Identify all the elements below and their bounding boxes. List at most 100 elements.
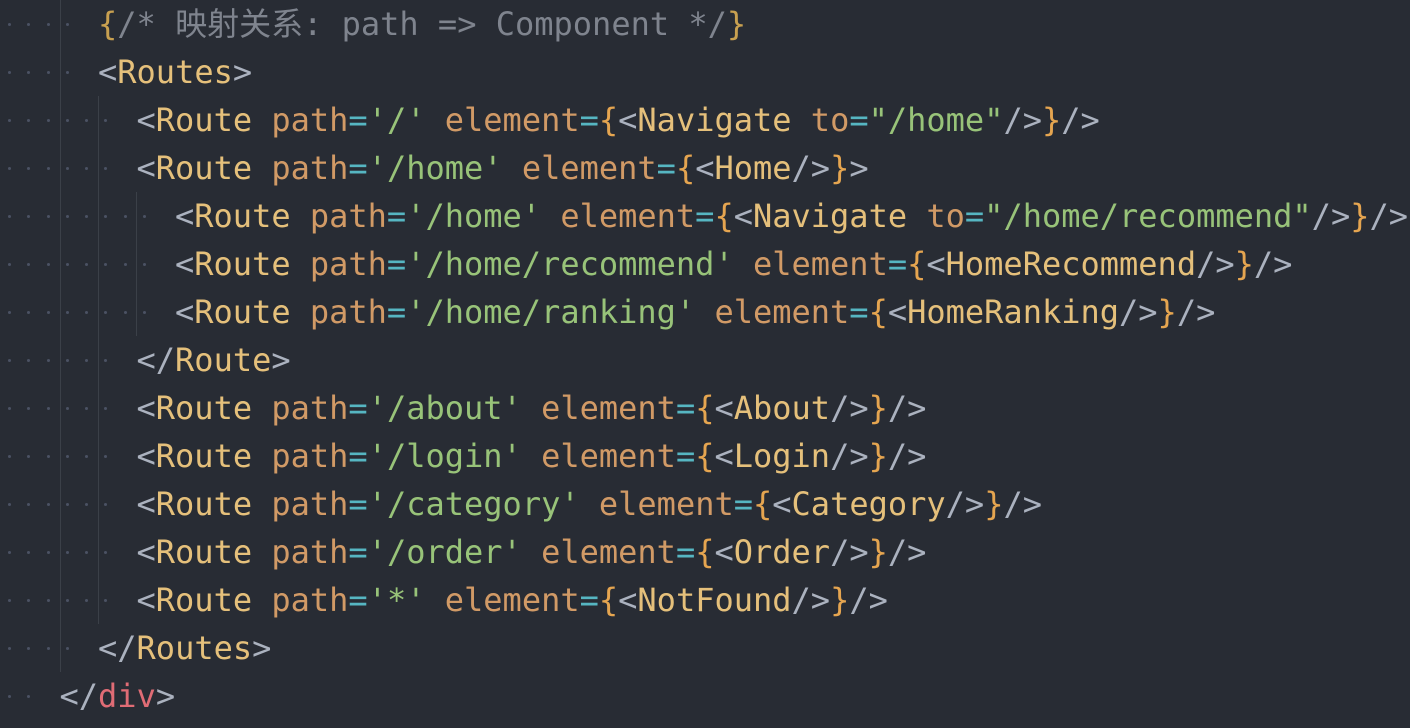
code-line[interactable]: <Route path='/home' element={<Home/>}>: [0, 144, 1410, 192]
token-brace: }: [984, 485, 1004, 523]
token-attr: to: [810, 101, 850, 139]
token-punct: />: [849, 581, 888, 619]
token-eq: =: [348, 389, 368, 427]
token-tag: Route: [155, 437, 253, 475]
whitespace-markers: [0, 192, 146, 240]
token-tag: Order: [733, 533, 831, 571]
token-punct: />: [887, 437, 927, 475]
token-attr: path: [309, 197, 387, 235]
token-punct: </: [136, 341, 176, 379]
token-str: '*': [367, 581, 426, 619]
code-text: <Route path='/order' element={<Order/>}/…: [137, 528, 927, 576]
code-line[interactable]: <Route path='/order' element={<Order/>}/…: [0, 528, 1410, 576]
token-attr: element: [560, 197, 696, 235]
token-comment: /* 映射关系: path => Component */: [117, 5, 727, 43]
token-attr: element: [714, 293, 850, 331]
code-text: <Routes>: [98, 48, 252, 96]
token-punct: />: [945, 485, 985, 523]
token-tag: Route: [155, 149, 253, 187]
token-tag: Login: [733, 437, 831, 475]
code-text: <Route path='/login' element={<Login/>}/…: [137, 432, 927, 480]
code-line[interactable]: {/* 映射关系: path => Component */}: [0, 0, 1410, 48]
code-line[interactable]: <Route path='*' element={<NotFound/>}/>: [0, 576, 1410, 624]
token-punct: <: [618, 101, 638, 139]
token-punct: [425, 581, 444, 619]
token-tag: Route: [175, 341, 272, 379]
token-tag: Route: [155, 101, 253, 139]
code-text: </Route>: [137, 336, 291, 384]
token-attr: path: [271, 149, 349, 187]
code-text: <Route path='/about' element={<About/>}/…: [137, 384, 927, 432]
token-punct: <: [175, 293, 195, 331]
token-punct: <: [714, 389, 734, 427]
token-eq: =: [675, 533, 696, 571]
token-eq: =: [733, 485, 753, 523]
token-punct: />: [1119, 293, 1158, 331]
token-str: '/': [367, 101, 426, 139]
token-punct: >: [849, 149, 869, 187]
code-line[interactable]: <Route path='/category' element={<Catego…: [0, 480, 1410, 528]
token-eq: =: [695, 197, 715, 235]
token-punct: [792, 101, 811, 139]
token-punct: [503, 149, 522, 187]
token-attr: element: [541, 533, 676, 571]
token-punct: <: [136, 437, 156, 475]
whitespace-markers: [0, 144, 140, 192]
code-text: <Route path='*' element={<NotFound/>}/>: [137, 576, 888, 624]
token-tag: Route: [155, 389, 253, 427]
token-attr: element: [444, 581, 580, 619]
token-attr: path: [271, 533, 349, 571]
code-text: <Route path='/home/recommend' element={<…: [175, 240, 1292, 288]
token-attr: path: [271, 581, 349, 619]
code-line[interactable]: <Route path='/' element={<Navigate to="/…: [0, 96, 1410, 144]
token-attr: element: [541, 437, 676, 475]
token-brace: {: [695, 389, 715, 427]
whitespace-markers: [0, 480, 140, 528]
token-punct: <: [175, 245, 195, 283]
token-brace: {: [868, 293, 888, 331]
whitespace-markers: [0, 528, 140, 576]
token-attr: element: [521, 149, 657, 187]
token-brace: }: [830, 149, 850, 187]
token-punct: />: [887, 533, 927, 571]
token-tag: Routes: [136, 629, 253, 667]
code-line[interactable]: </Routes>: [0, 624, 1410, 672]
token-attr: path: [271, 389, 349, 427]
code-line[interactable]: <Route path='/about' element={<About/>}/…: [0, 384, 1410, 432]
code-line[interactable]: <Route path='/home/recommend' element={<…: [0, 240, 1410, 288]
token-str: '/home': [406, 197, 542, 235]
code-line[interactable]: <Route path='/home/ranking' element={<Ho…: [0, 288, 1410, 336]
token-punct: [252, 389, 271, 427]
code-line[interactable]: <Route path='/login' element={<Login/>}/…: [0, 432, 1410, 480]
token-brace: }: [1157, 293, 1177, 331]
token-attr: path: [309, 245, 387, 283]
token-eq: =: [675, 437, 696, 475]
token-tag: Route: [194, 293, 291, 331]
token-punct: />: [1061, 101, 1100, 139]
token-punct: />: [1003, 101, 1042, 139]
code-line[interactable]: </div>: [0, 672, 1410, 720]
token-brace: {: [907, 245, 927, 283]
code-text: <Route path='/home' element={<Home/>}>: [137, 144, 869, 192]
token-tag: Routes: [117, 53, 233, 91]
token-brace: {: [695, 437, 715, 475]
token-str: "/home": [868, 101, 1004, 139]
token-eq: =: [348, 581, 368, 619]
token-eq: =: [348, 149, 368, 187]
token-punct: <: [714, 437, 734, 475]
code-text: <Route path='/home/ranking' element={<Ho…: [175, 288, 1215, 336]
code-text: <Route path='/' element={<Navigate to="/…: [137, 96, 1100, 144]
code-line[interactable]: <Route path='/home' element={<Navigate t…: [0, 192, 1410, 240]
token-brace: }: [1234, 245, 1254, 283]
token-brace: {: [675, 149, 696, 187]
token-punct: [541, 197, 560, 235]
token-punct: />: [830, 437, 869, 475]
token-punct: >: [155, 677, 176, 715]
token-attr: path: [271, 437, 349, 475]
token-attr: path: [309, 293, 387, 331]
code-line[interactable]: </Route>: [0, 336, 1410, 384]
code-editor[interactable]: {/* 映射关系: path => Component */} <Routes> <…: [0, 0, 1410, 728]
token-brace: }: [830, 581, 850, 619]
token-brace: {: [598, 581, 619, 619]
code-line[interactable]: <Routes>: [0, 48, 1410, 96]
